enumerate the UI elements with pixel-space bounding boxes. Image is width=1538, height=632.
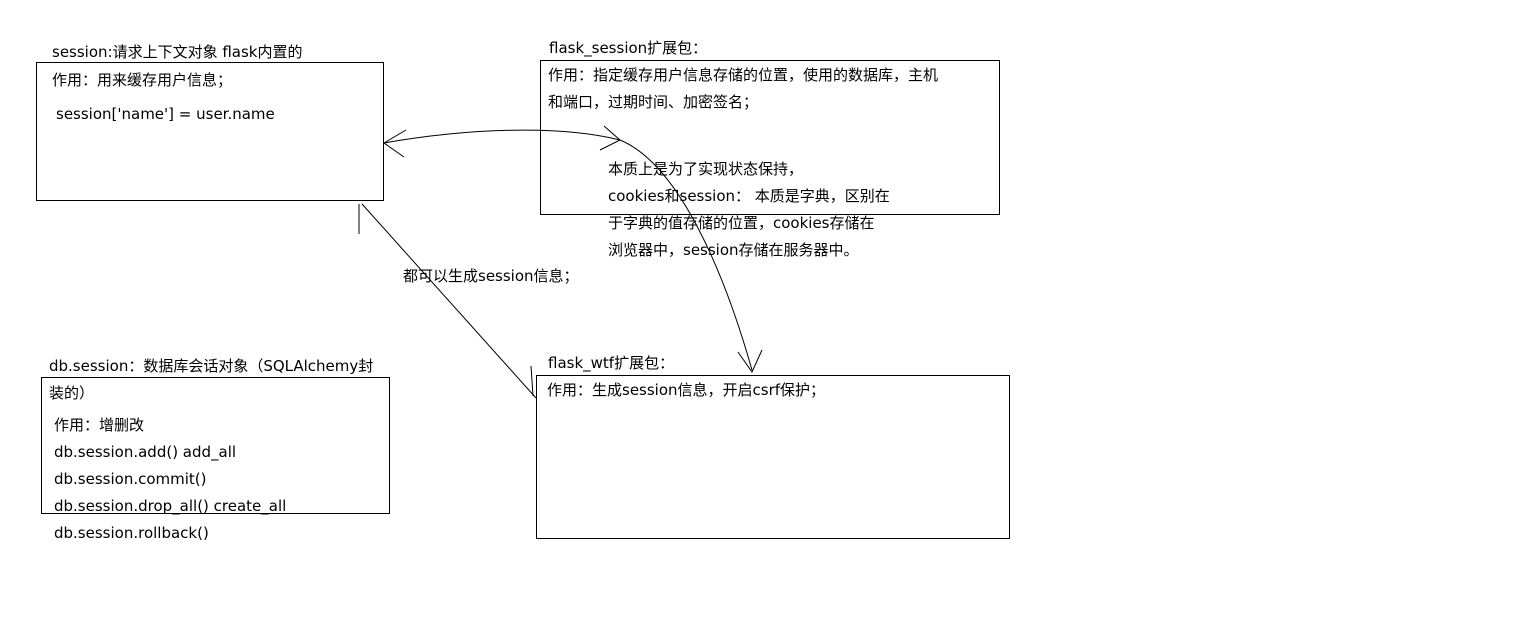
- flask-session-box-line-2: 和端口，过期时间、加密签名；: [548, 93, 759, 111]
- arrowhead-bottom-right-icon: [737, 349, 763, 374]
- db-session-box-line-5: db.session.drop_all() create_all: [54, 497, 287, 515]
- note-line-1: 本质上是为了实现状态保持，: [608, 160, 804, 178]
- db-session-box-line-1: 装的）: [49, 384, 95, 402]
- db-session-box-line-2: 作用：增删改: [54, 416, 145, 434]
- note-line-2: cookies和session： 本质是字典，区别在: [608, 187, 890, 205]
- diagram-canvas: session:请求上下文对象 flask内置的 作用：用来缓存用户信息； se…: [0, 0, 1538, 632]
- flask-session-box-title: flask_session扩展包：: [549, 39, 708, 57]
- flask-wtf-box-title: flask_wtf扩展包：: [548, 354, 675, 372]
- flask-wtf-box-line-1: 作用：生成session信息，开启csrf保护；: [547, 381, 826, 399]
- note-line-3: 于字典的值存储的位置，cookies存储在: [608, 214, 875, 232]
- db-session-box-line-3: db.session.add() add_all: [54, 443, 237, 461]
- arrowhead-left-icon: [383, 129, 407, 158]
- db-session-box-line-6: db.session.rollback(): [54, 524, 209, 542]
- arrowhead-bottom-tick-icon: [530, 365, 534, 397]
- db-session-box-line-4: db.session.commit(): [54, 470, 207, 488]
- flask-session-box-line-1: 作用：指定缓存用户信息存储的位置，使用的数据库，主机: [548, 66, 939, 84]
- db-session-box-title: db.session：数据库会话对象（SQLAlchemy封: [49, 357, 374, 375]
- session-box-line-2: session['name'] = user.name: [56, 105, 275, 123]
- arrow-label: 都可以生成session信息；: [403, 267, 579, 285]
- session-to-flask-wtf-diagonal: [361, 203, 537, 399]
- note-line-4: 浏览器中，session存储在服务器中。: [608, 241, 859, 259]
- session-box-line-1: 作用：用来缓存用户信息；: [52, 71, 233, 89]
- session-box-title: session:请求上下文对象 flask内置的: [52, 43, 303, 61]
